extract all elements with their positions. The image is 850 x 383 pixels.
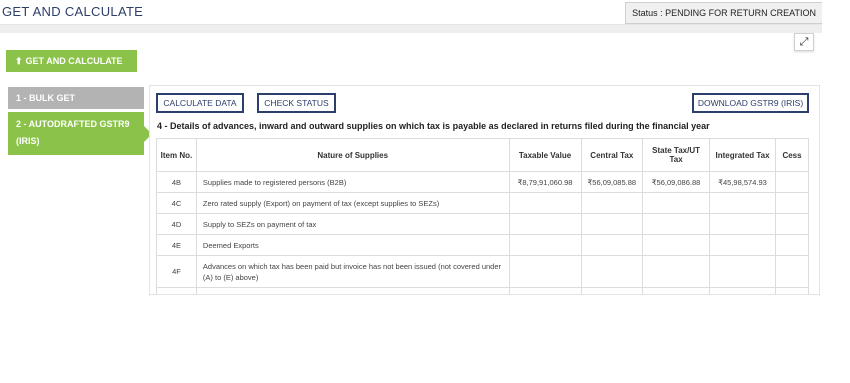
step-bulk-get[interactable]: 1 - BULK GET [8,87,144,109]
table-header-row: Item No. Nature of Supplies Taxable Valu… [156,138,809,172]
get-and-calculate-button[interactable]: ⬆ GET AND CALCULATE [6,50,137,72]
table-row: 4F Advances on which tax has been paid b… [156,255,809,288]
top-bar: GET AND CALCULATE Status : PENDING FOR R… [0,0,822,25]
step-autodrafted-gstr9-label: 2 - AUTODRAFTED GSTR9 (IRIS) [16,119,130,146]
taxable-value-cell[interactable] [508,234,582,256]
table-row: 4C Zero rated supply (Export) on payment… [156,192,809,214]
taxable-value-cell[interactable]: ₹8,79,91,060.98 [508,171,582,193]
nature-cell: Deemed Exports [195,234,510,256]
table-row: 4B Supplies made to registered persons (… [156,171,809,193]
header-divider [0,25,822,33]
page-title: GET AND CALCULATE [2,4,144,19]
central-tax-cell[interactable] [580,255,644,288]
nature-cell: Supply to SEZs on payment of tax [195,213,510,235]
state-tax-cell[interactable]: ₹56,09,086.88 [642,171,711,193]
item-no-cell: 4D [156,213,197,235]
download-gstr9-button[interactable]: DOWNLOAD GSTR9 (IRIS) [692,93,809,113]
col-central-tax: Central Tax [580,138,644,172]
section-title: 4 - Details of advances, inward and outw… [157,121,710,131]
nature-cell: Advances on which tax has been paid but … [195,255,510,288]
taxable-value-cell[interactable] [508,192,582,214]
cess-cell[interactable] [775,255,809,288]
cess-cell[interactable] [775,171,809,193]
integrated-tax-cell[interactable] [709,255,777,288]
upload-icon: ⬆ [15,56,23,66]
cess-cell[interactable] [775,192,809,214]
integrated-tax-cell[interactable] [709,192,777,214]
status-badge: Status : PENDING FOR RETURN CREATION [625,2,822,24]
calculate-data-button[interactable]: CALCULATE DATA [156,93,244,113]
panel-bottom-edge [149,294,819,295]
state-tax-cell[interactable] [642,192,711,214]
item-no-cell: 4F [156,255,197,288]
state-tax-cell[interactable] [642,255,711,288]
integrated-tax-cell[interactable]: ₹45,98,574.93 [709,171,777,193]
nature-cell: Zero rated supply (Export) on payment of… [195,192,510,214]
step-autodrafted-gstr9[interactable]: 2 - AUTODRAFTED GSTR9 (IRIS) [8,112,152,155]
col-cess: Cess [775,138,809,172]
col-integrated-tax: Integrated Tax [709,138,777,172]
step-bulk-get-label: 1 - BULK GET [16,93,76,103]
nature-cell: Supplies made to registered persons (B2B… [195,171,510,193]
get-and-calculate-label: GET AND CALCULATE [25,56,123,66]
taxable-value-cell[interactable] [508,255,582,288]
item-no-cell: 4B [156,171,197,193]
taxable-value-cell[interactable] [508,213,582,235]
central-tax-cell[interactable] [580,213,644,235]
table-row: 4D Supply to SEZs on payment of tax [156,213,809,235]
supplies-table: Item No. Nature of Supplies Taxable Valu… [156,138,809,295]
col-item-no: Item No. [156,138,197,172]
state-tax-cell[interactable] [642,213,711,235]
integrated-tax-cell[interactable] [709,234,777,256]
item-no-cell: 4E [156,234,197,256]
col-taxable-value: Taxable Value [508,138,582,172]
central-tax-cell[interactable]: ₹56,09,085.88 [580,171,644,193]
cess-cell[interactable] [775,234,809,256]
state-tax-cell[interactable] [642,234,711,256]
table-row: 4E Deemed Exports [156,234,809,256]
integrated-tax-cell[interactable] [709,213,777,235]
col-nature-of-supplies: Nature of Supplies [195,138,510,172]
central-tax-cell[interactable] [580,234,644,256]
col-state-tax: State Tax/UT Tax [642,138,711,172]
cess-cell[interactable] [775,213,809,235]
item-no-cell: 4C [156,192,197,214]
central-tax-cell[interactable] [580,192,644,214]
expand-icon[interactable]: ⤢ [794,33,814,51]
check-status-button[interactable]: CHECK STATUS [257,93,336,113]
